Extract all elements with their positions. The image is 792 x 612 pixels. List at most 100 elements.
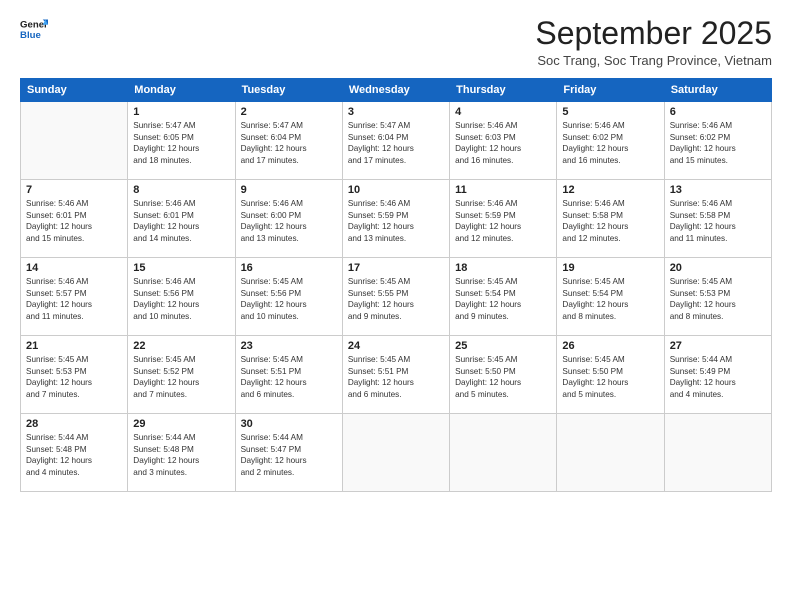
day-info: Sunrise: 5:46 AM Sunset: 5:56 PM Dayligh… bbox=[133, 276, 229, 322]
weekday-header-row: SundayMondayTuesdayWednesdayThursdayFrid… bbox=[21, 79, 772, 102]
day-cell: 13Sunrise: 5:46 AM Sunset: 5:58 PM Dayli… bbox=[664, 180, 771, 258]
title-section: September 2025 Soc Trang, Soc Trang Prov… bbox=[535, 16, 772, 68]
day-info: Sunrise: 5:45 AM Sunset: 5:50 PM Dayligh… bbox=[562, 354, 658, 400]
day-number: 29 bbox=[133, 418, 229, 430]
day-number: 17 bbox=[348, 262, 444, 274]
svg-text:General: General bbox=[20, 19, 48, 30]
day-number: 13 bbox=[670, 184, 766, 196]
weekday-tuesday: Tuesday bbox=[235, 79, 342, 102]
weekday-saturday: Saturday bbox=[664, 79, 771, 102]
day-number: 22 bbox=[133, 340, 229, 352]
day-number: 9 bbox=[241, 184, 337, 196]
weekday-thursday: Thursday bbox=[450, 79, 557, 102]
day-cell: 18 Sunrise: 5:45 AM Sunset: 5:54 PM Dayli… bbox=[450, 258, 557, 336]
day-cell: 7 Sunrise: 5:46 AM Sunset: 6:01 PM Daylig… bbox=[21, 180, 128, 258]
day-number: 8 bbox=[133, 184, 229, 196]
month-title: September 2025 bbox=[535, 16, 772, 51]
day-cell: 28Sunrise: 5:44 AM Sunset: 5:48 PM Dayli… bbox=[21, 414, 128, 492]
day-info: Sunrise: 5:45 AM Sunset: 5:54 PM Dayligh… bbox=[455, 276, 551, 322]
day-info: Sunrise: 5:44 AM Sunset: 5:49 PM Dayligh… bbox=[670, 354, 766, 400]
day-info: Sunrise: 5:45 AM Sunset: 5:52 PM Dayligh… bbox=[133, 354, 229, 400]
weekday-friday: Friday bbox=[557, 79, 664, 102]
week-row-3: 14 Sunrise: 5:46 AM Sunset: 5:57 PM Dayli… bbox=[21, 258, 772, 336]
day-number: 12 bbox=[562, 184, 658, 196]
day-number: 6 bbox=[670, 106, 766, 118]
day-number: 3 bbox=[348, 106, 444, 118]
day-cell bbox=[21, 102, 128, 180]
day-cell: 14 Sunrise: 5:46 AM Sunset: 5:57 PM Dayli… bbox=[21, 258, 128, 336]
day-info: Sunrise: 5:45 AM Sunset: 5:50 PM Dayligh… bbox=[455, 354, 551, 400]
day-info: Sunrise: 5:45 AM Sunset: 5:53 PM Dayligh… bbox=[670, 276, 766, 322]
day-cell: 12Sunrise: 5:46 AM Sunset: 5:58 PM Dayli… bbox=[557, 180, 664, 258]
day-info: Sunrise: 5:45 AM Sunset: 5:54 PM Dayligh… bbox=[562, 276, 658, 322]
day-cell: 19 Sunrise: 5:45 AM Sunset: 5:54 PM Dayli… bbox=[557, 258, 664, 336]
day-info: Sunrise: 5:46 AM Sunset: 5:59 PM Dayligh… bbox=[455, 198, 551, 244]
day-info: Sunrise: 5:46 AM Sunset: 6:02 PM Dayligh… bbox=[670, 120, 766, 166]
day-number: 26 bbox=[562, 340, 658, 352]
day-info: Sunrise: 5:46 AM Sunset: 6:01 PM Dayligh… bbox=[26, 198, 122, 244]
day-cell: 30 Sunrise: 5:44 AM Sunset: 5:47 PM Dayli… bbox=[235, 414, 342, 492]
day-cell: 23 Sunrise: 5:45 AM Sunset: 5:51 PM Dayli… bbox=[235, 336, 342, 414]
day-cell: 10Sunrise: 5:46 AM Sunset: 5:59 PM Dayli… bbox=[342, 180, 449, 258]
day-cell: 15 Sunrise: 5:46 AM Sunset: 5:56 PM Dayli… bbox=[128, 258, 235, 336]
day-cell: 8 Sunrise: 5:46 AM Sunset: 6:01 PM Daylig… bbox=[128, 180, 235, 258]
location-subtitle: Soc Trang, Soc Trang Province, Vietnam bbox=[535, 53, 772, 68]
day-number: 2 bbox=[241, 106, 337, 118]
day-number: 28 bbox=[26, 418, 122, 430]
day-cell: 24Sunrise: 5:45 AM Sunset: 5:51 PM Dayli… bbox=[342, 336, 449, 414]
day-number: 25 bbox=[455, 340, 551, 352]
day-cell: 9Sunrise: 5:46 AM Sunset: 6:00 PM Daylig… bbox=[235, 180, 342, 258]
day-cell bbox=[450, 414, 557, 492]
day-number: 18 bbox=[455, 262, 551, 274]
day-info: Sunrise: 5:45 AM Sunset: 5:51 PM Dayligh… bbox=[348, 354, 444, 400]
day-info: Sunrise: 5:46 AM Sunset: 5:57 PM Dayligh… bbox=[26, 276, 122, 322]
day-number: 14 bbox=[26, 262, 122, 274]
calendar-table: SundayMondayTuesdayWednesdayThursdayFrid… bbox=[20, 78, 772, 492]
day-info: Sunrise: 5:46 AM Sunset: 5:59 PM Dayligh… bbox=[348, 198, 444, 244]
day-number: 30 bbox=[241, 418, 337, 430]
day-cell: 5Sunrise: 5:46 AM Sunset: 6:02 PM Daylig… bbox=[557, 102, 664, 180]
day-cell: 17Sunrise: 5:45 AM Sunset: 5:55 PM Dayli… bbox=[342, 258, 449, 336]
weekday-wednesday: Wednesday bbox=[342, 79, 449, 102]
svg-text:Blue: Blue bbox=[20, 30, 41, 41]
logo: General Blue bbox=[20, 16, 48, 44]
day-cell: 4Sunrise: 5:46 AM Sunset: 6:03 PM Daylig… bbox=[450, 102, 557, 180]
day-number: 23 bbox=[241, 340, 337, 352]
day-number: 7 bbox=[26, 184, 122, 196]
day-number: 20 bbox=[670, 262, 766, 274]
day-cell bbox=[664, 414, 771, 492]
day-cell: 27 Sunrise: 5:44 AM Sunset: 5:49 PM Dayli… bbox=[664, 336, 771, 414]
day-cell: 3 Sunrise: 5:47 AM Sunset: 6:04 PM Daylig… bbox=[342, 102, 449, 180]
day-number: 27 bbox=[670, 340, 766, 352]
day-cell: 29 Sunrise: 5:44 AM Sunset: 5:48 PM Dayli… bbox=[128, 414, 235, 492]
day-cell: 25 Sunrise: 5:45 AM Sunset: 5:50 PM Dayli… bbox=[450, 336, 557, 414]
day-number: 1 bbox=[133, 106, 229, 118]
day-number: 15 bbox=[133, 262, 229, 274]
day-info: Sunrise: 5:47 AM Sunset: 6:04 PM Dayligh… bbox=[348, 120, 444, 166]
week-row-4: 21 Sunrise: 5:45 AM Sunset: 5:53 PM Dayli… bbox=[21, 336, 772, 414]
day-info: Sunrise: 5:46 AM Sunset: 6:01 PM Dayligh… bbox=[133, 198, 229, 244]
day-info: Sunrise: 5:45 AM Sunset: 5:56 PM Dayligh… bbox=[241, 276, 337, 322]
week-row-1: 1 Sunrise: 5:47 AM Sunset: 6:05 PM Daylig… bbox=[21, 102, 772, 180]
day-number: 19 bbox=[562, 262, 658, 274]
day-info: Sunrise: 5:45 AM Sunset: 5:53 PM Dayligh… bbox=[26, 354, 122, 400]
day-cell: 22 Sunrise: 5:45 AM Sunset: 5:52 PM Dayli… bbox=[128, 336, 235, 414]
day-cell: 21 Sunrise: 5:45 AM Sunset: 5:53 PM Dayli… bbox=[21, 336, 128, 414]
weekday-monday: Monday bbox=[128, 79, 235, 102]
day-number: 11 bbox=[455, 184, 551, 196]
logo-icon: General Blue bbox=[20, 16, 48, 44]
day-info: Sunrise: 5:45 AM Sunset: 5:51 PM Dayligh… bbox=[241, 354, 337, 400]
day-cell bbox=[557, 414, 664, 492]
day-cell: 11 Sunrise: 5:46 AM Sunset: 5:59 PM Dayli… bbox=[450, 180, 557, 258]
week-row-5: 28 Sunrise: 5:44 AM Sunset: 5:48 PM Dayli… bbox=[21, 414, 772, 492]
week-row-2: 7 Sunrise: 5:46 AM Sunset: 6:01 PM Daylig… bbox=[21, 180, 772, 258]
day-cell bbox=[342, 414, 449, 492]
day-info: Sunrise: 5:47 AM Sunset: 6:05 PM Dayligh… bbox=[133, 120, 229, 166]
day-number: 21 bbox=[26, 340, 122, 352]
calendar-body: 1 Sunrise: 5:47 AM Sunset: 6:05 PM Daylig… bbox=[21, 102, 772, 492]
day-number: 4 bbox=[455, 106, 551, 118]
day-info: Sunrise: 5:46 AM Sunset: 6:02 PM Dayligh… bbox=[562, 120, 658, 166]
day-info: Sunrise: 5:44 AM Sunset: 5:48 PM Dayligh… bbox=[133, 432, 229, 478]
day-info: Sunrise: 5:44 AM Sunset: 5:47 PM Dayligh… bbox=[241, 432, 337, 478]
day-cell: 20 Sunrise: 5:45 AM Sunset: 5:53 PM Dayli… bbox=[664, 258, 771, 336]
